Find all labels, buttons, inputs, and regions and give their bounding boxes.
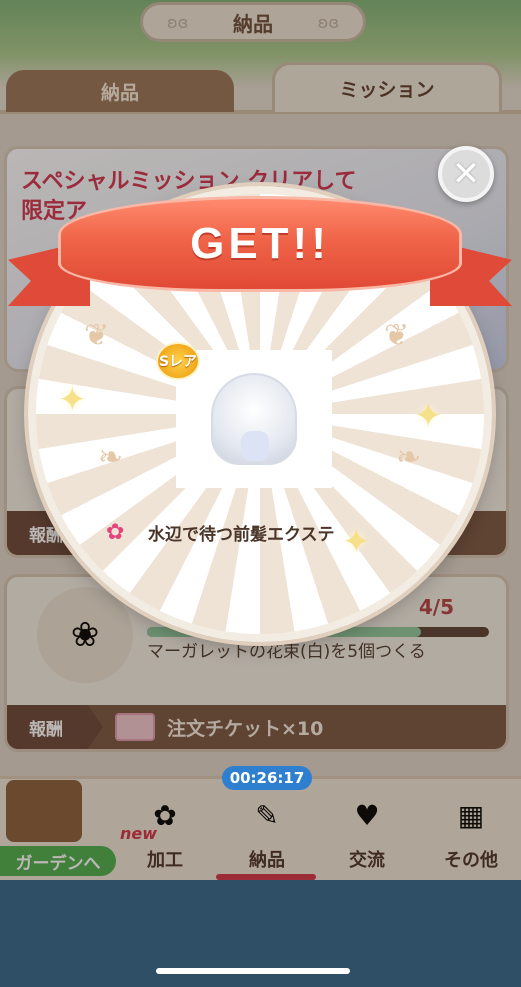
home-indicator[interactable] bbox=[156, 968, 350, 974]
flower-icon: ✿ bbox=[106, 519, 125, 545]
item-name-row: ✿ 水辺で待つ前髪エクステ bbox=[106, 520, 335, 545]
get-ribbon: GET!! bbox=[58, 196, 462, 292]
hair-extension-image bbox=[211, 373, 297, 465]
get-title: GET!! bbox=[190, 219, 330, 268]
laurel-leaf-icon: ❧ bbox=[396, 440, 422, 475]
item-name: 水辺で待つ前髪エクステ bbox=[148, 525, 335, 545]
sparkle-icon: ✦ bbox=[58, 380, 87, 420]
timer-badge: 00:26:17 bbox=[222, 766, 312, 790]
laurel-leaf-icon: ❧ bbox=[98, 440, 124, 475]
app-screen: ʚɞ 納品 ʚɞ 納品 ミッション スペシャルミッション クリアして 限定ア 報… bbox=[0, 0, 521, 880]
sparkle-icon: ✦ bbox=[414, 396, 443, 436]
laurel-leaf-icon: ❦ bbox=[84, 318, 110, 353]
item-preview bbox=[176, 350, 332, 488]
laurel-leaf-icon: ❦ bbox=[384, 318, 410, 353]
close-button[interactable]: ✕ bbox=[438, 146, 494, 202]
sparkle-icon: ✦ bbox=[342, 522, 371, 562]
close-icon: ✕ bbox=[451, 154, 481, 194]
rarity-badge: Sレア bbox=[156, 342, 200, 380]
